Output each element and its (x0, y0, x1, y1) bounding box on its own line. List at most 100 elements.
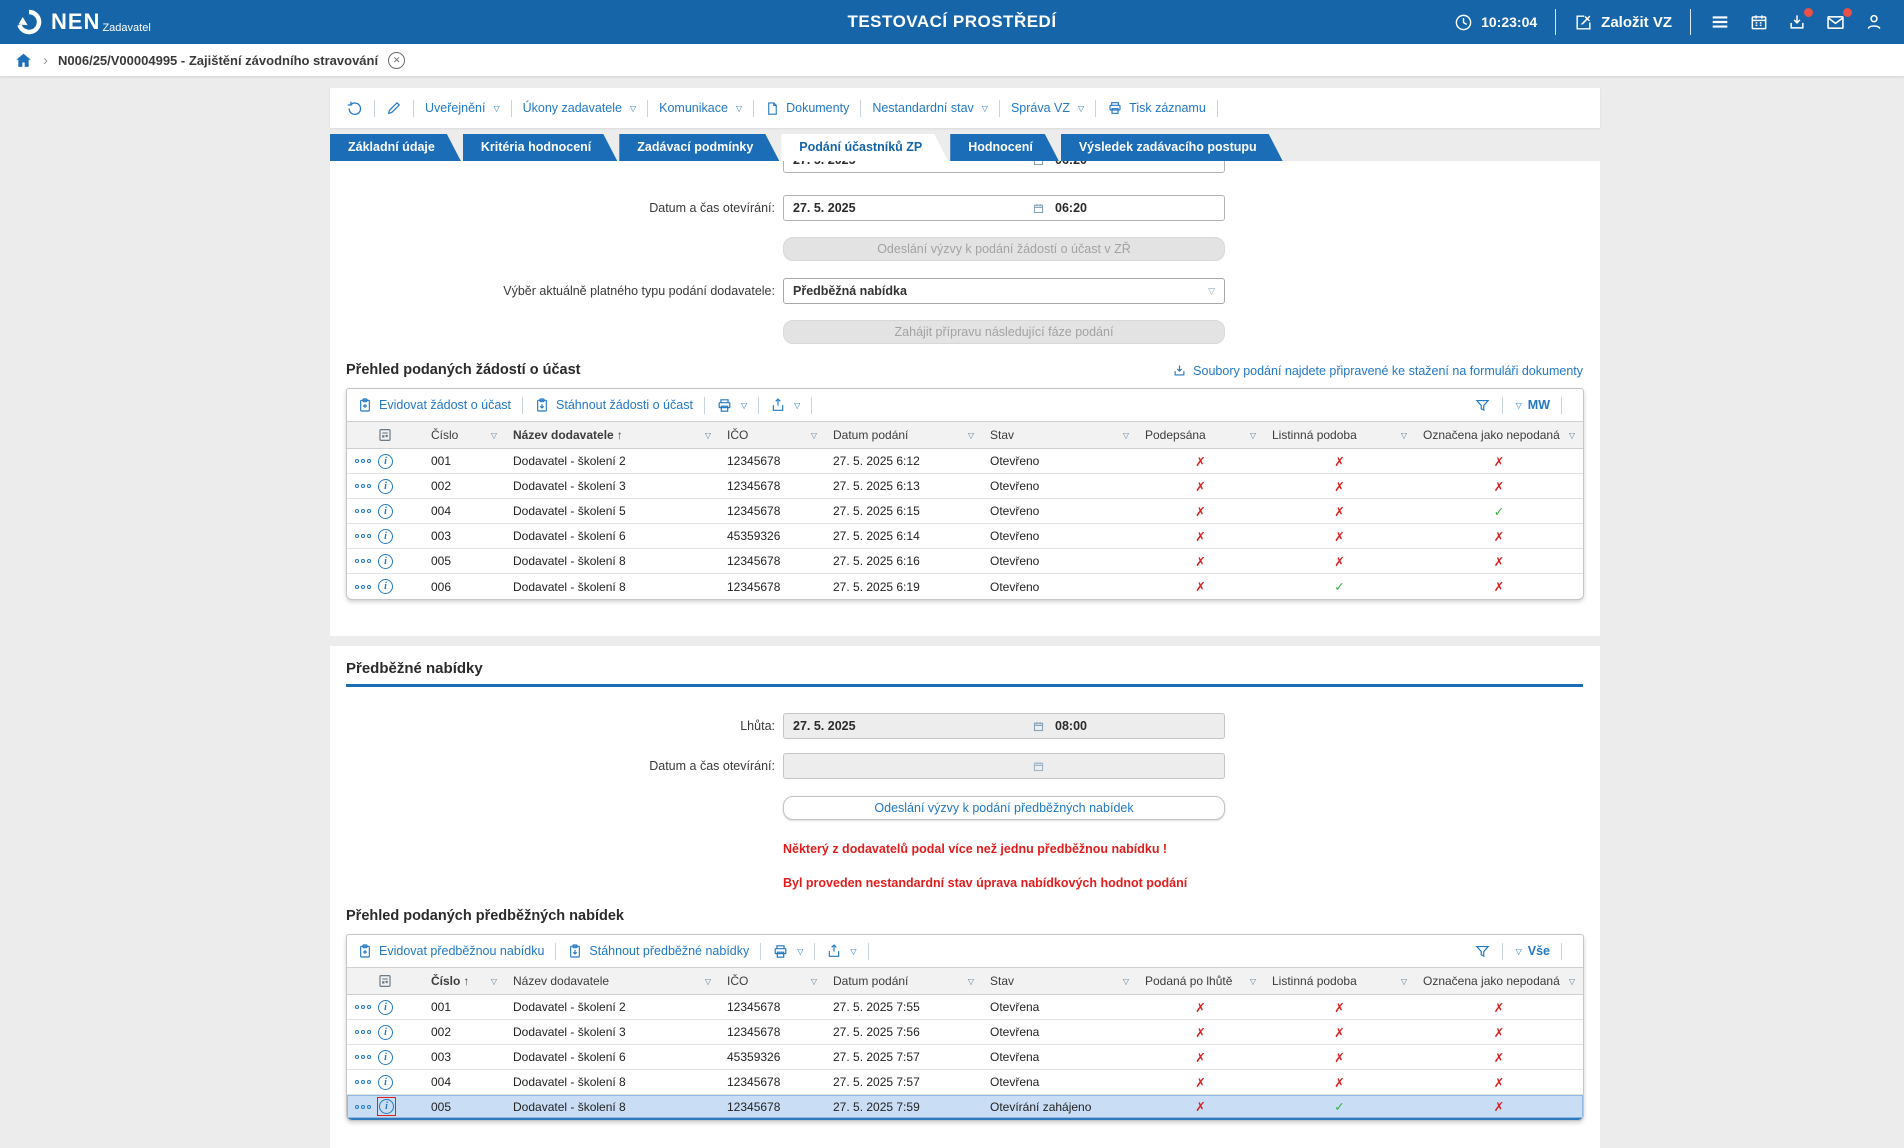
tab[interactable]: Hodnocení (950, 134, 1059, 161)
info-icon[interactable]: i (378, 579, 393, 594)
header-stav[interactable]: Stav▽ (982, 968, 1137, 994)
header-datum-podani[interactable]: Datum podání▽ (825, 422, 982, 448)
filter-arrow-icon[interactable]: ▽ (1123, 431, 1129, 440)
filter-arrow-icon[interactable]: ▽ (705, 977, 711, 986)
info-icon[interactable]: i (378, 1075, 393, 1090)
close-icon[interactable]: ✕ (388, 52, 405, 69)
filter-arrow-icon[interactable]: ▽ (1569, 431, 1575, 440)
filter-arrow-icon[interactable]: ▽ (491, 431, 497, 440)
print-table-button[interactable]: ▽ (716, 397, 747, 414)
table-row[interactable]: i 005 Dodavatel - školení 8 12345678 27.… (347, 1095, 1583, 1120)
header-listinna-podoba[interactable]: Listinná podoba▽ (1264, 422, 1415, 448)
filter-arrow-icon[interactable]: ▽ (968, 431, 974, 440)
edit-record-button[interactable] (386, 100, 402, 116)
calendar-icon[interactable] (1032, 161, 1045, 167)
menu-ukony-zadavatele[interactable]: Úkony zadavatele▽ (523, 101, 637, 115)
main-menu-button[interactable] (1709, 11, 1731, 33)
menu-tisk-zaznamu[interactable]: Tisk záznamu (1107, 100, 1206, 116)
header-listinna-podoba[interactable]: Listinná podoba▽ (1264, 968, 1415, 994)
history-button[interactable] (346, 100, 363, 117)
date-value[interactable]: 27. 5. 2025 (793, 201, 1032, 215)
deadline-field[interactable]: 27. 5. 2025 08:00 (783, 713, 1225, 739)
register-offer-button[interactable]: Evidovat předběžnou nabídku (357, 943, 544, 959)
info-icon[interactable]: i (378, 1025, 393, 1040)
menu-nestandardni-stav[interactable]: Nestandardní stav▽ (872, 101, 988, 115)
messages-button[interactable] (1825, 12, 1846, 33)
tab[interactable]: Podání účastníků ZP (781, 134, 948, 161)
column-chooser[interactable] (347, 968, 423, 994)
tab[interactable]: Výsledek zadávacího postupu (1061, 134, 1283, 161)
export-table-button[interactable]: ▽ (826, 943, 856, 959)
table-row[interactable]: i 002 Dodavatel - školení 3 12345678 27.… (347, 1020, 1583, 1045)
table-row[interactable]: i 002 Dodavatel - školení 3 12345678 27.… (347, 474, 1583, 499)
info-icon[interactable]: i (378, 529, 393, 544)
home-icon[interactable] (14, 51, 33, 70)
register-request-button[interactable]: Evidovat žádost o účast (357, 397, 511, 413)
nen-brand[interactable]: NEN Zadavatel (14, 7, 151, 37)
filter-arrow-icon[interactable]: ▽ (1250, 977, 1256, 986)
filter-arrow-icon[interactable]: ▽ (1250, 431, 1256, 440)
row-menu-icon[interactable] (355, 1005, 371, 1009)
column-chooser[interactable] (347, 422, 423, 448)
header-datum-podani[interactable]: Datum podání▽ (825, 968, 982, 994)
menu-sprava-vz[interactable]: Správa VZ▽ (1011, 101, 1084, 115)
tab[interactable]: Kritéria hodnocení (463, 134, 617, 161)
view-selector[interactable]: Vše (1528, 944, 1550, 958)
table-row[interactable]: i 001 Dodavatel - školení 2 12345678 27.… (347, 995, 1583, 1020)
row-menu-icon[interactable] (355, 559, 371, 563)
header-podepsana[interactable]: Podepsána▽ (1137, 422, 1264, 448)
filter-arrow-icon[interactable]: ▽ (1401, 431, 1407, 440)
info-icon[interactable]: i (378, 479, 393, 494)
clipped-datetime-field[interactable]: 27. 5. 2025 06:20 (783, 161, 1225, 173)
date-value[interactable]: 27. 5. 2025 (793, 719, 1032, 733)
header-cislo[interactable]: Číslo↑▽ (423, 968, 505, 994)
view-dropdown-arrow-icon[interactable]: ▽ (1516, 401, 1522, 410)
info-icon[interactable]: i (379, 1099, 394, 1114)
submission-files-link[interactable]: Soubory podání najdete připravené ke sta… (1172, 363, 1583, 378)
filter-button[interactable] (1474, 397, 1491, 414)
row-menu-icon[interactable] (355, 1055, 371, 1059)
row-menu-icon[interactable] (355, 534, 371, 538)
view-dropdown-arrow-icon[interactable]: ▽ (1516, 947, 1522, 956)
filter-arrow-icon[interactable]: ▽ (705, 431, 711, 440)
filter-arrow-icon[interactable]: ▽ (1569, 977, 1575, 986)
download-offers-button[interactable]: Stáhnout předběžné nabídky (567, 943, 749, 959)
tab[interactable]: Základní údaje (330, 134, 461, 161)
header-ico[interactable]: IČO▽ (719, 422, 825, 448)
user-profile-button[interactable] (1864, 12, 1884, 32)
export-table-button[interactable]: ▽ (770, 397, 800, 413)
time-value[interactable]: 06:20 (1045, 161, 1215, 167)
calendar-icon[interactable] (1032, 202, 1045, 215)
table-row[interactable]: i 003 Dodavatel - školení 6 45359326 27.… (347, 1045, 1583, 1070)
header-oznacena-jako-nepodana[interactable]: Označena jako nepodaná▽ (1415, 968, 1583, 994)
calendar-button[interactable] (1749, 12, 1769, 32)
filter-arrow-icon[interactable]: ▽ (1401, 977, 1407, 986)
info-icon[interactable]: i (378, 1050, 393, 1065)
filter-arrow-icon[interactable]: ▽ (811, 431, 817, 440)
table-row[interactable]: i 003 Dodavatel - školení 6 45359326 27.… (347, 524, 1583, 549)
menu-uverejneni[interactable]: Uveřejnění▽ (425, 101, 500, 115)
send-preliminary-invite-button[interactable]: Odeslání výzvy k podání předběžných nabí… (783, 796, 1225, 820)
date-value[interactable]: 27. 5. 2025 (793, 161, 1032, 167)
submission-type-select[interactable]: Předběžná nabídka ▽ (783, 278, 1225, 304)
filter-arrow-icon[interactable]: ▽ (968, 977, 974, 986)
calendar-icon[interactable] (1032, 720, 1045, 733)
info-icon[interactable]: i (378, 504, 393, 519)
breadcrumb-item[interactable]: N006/25/V00004995 - Zajištění závodního … (58, 53, 378, 68)
table-row[interactable]: i 004 Dodavatel - školení 5 12345678 27.… (347, 499, 1583, 524)
filter-arrow-icon[interactable]: ▽ (1123, 977, 1129, 986)
row-menu-icon[interactable] (355, 459, 371, 463)
downloads-button[interactable] (1787, 12, 1807, 32)
download-requests-button[interactable]: Stáhnout žádosti o účast (534, 397, 693, 413)
menu-dokumenty[interactable]: Dokumenty (765, 101, 849, 116)
row-menu-icon[interactable] (355, 1030, 371, 1034)
time-value[interactable]: 06:20 (1045, 201, 1215, 215)
menu-komunikace[interactable]: Komunikace▽ (659, 101, 742, 115)
header-cislo[interactable]: Číslo▽ (423, 422, 505, 448)
row-menu-icon[interactable] (355, 1105, 371, 1109)
filter-button[interactable] (1474, 943, 1491, 960)
table-row[interactable]: i 005 Dodavatel - školení 8 12345678 27.… (347, 549, 1583, 574)
create-vz-button[interactable]: Založit VZ (1574, 13, 1672, 32)
tab[interactable]: Zadávací podmínky (619, 134, 779, 161)
header-nazev-dodavatele[interactable]: Název dodavatele↑▽ (505, 422, 719, 448)
